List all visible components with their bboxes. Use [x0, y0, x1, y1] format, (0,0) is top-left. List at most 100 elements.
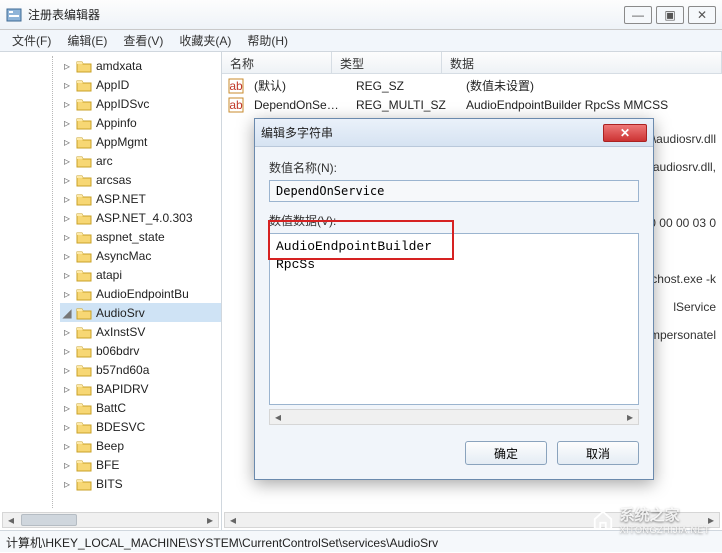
dialog-button-row: 确定 取消 — [255, 431, 653, 479]
cell-data: (数值未设置) — [458, 77, 722, 94]
scroll-right-icon[interactable]: ▸ — [202, 513, 218, 527]
col-name[interactable]: 名称 — [222, 52, 332, 73]
scroll-left-icon[interactable]: ◂ — [3, 513, 19, 527]
expander-icon[interactable]: ▹ — [60, 458, 74, 472]
value-name-input[interactable] — [269, 180, 639, 202]
expander-icon[interactable]: ▹ — [60, 211, 74, 225]
tree-item[interactable]: ▹BattC — [60, 398, 221, 417]
dialog-close-button[interactable]: ✕ — [603, 124, 647, 142]
expander-icon[interactable]: ▹ — [60, 154, 74, 168]
expander-icon[interactable]: ◢ — [60, 306, 74, 320]
tree-item[interactable]: ◢ AudioSrv — [60, 303, 221, 322]
tree-item-label: amdxata — [96, 59, 142, 73]
cell-type: REG_SZ — [348, 79, 458, 93]
tree-item[interactable]: ▹ aspnet_state — [60, 227, 221, 246]
scroll-left-icon[interactable]: ◂ — [225, 513, 241, 527]
expander-icon[interactable]: ▹ — [60, 59, 74, 73]
cell-name: DependOnSer... — [246, 98, 348, 112]
expander-icon[interactable]: ▹ — [60, 287, 74, 301]
list-row[interactable]: ab(默认)REG_SZ(数值未设置) — [222, 76, 722, 95]
tree-item-label: aspnet_state — [96, 230, 165, 244]
tree-item-label: AppMgmt — [96, 135, 147, 149]
tree-item-label: AudioSrv — [96, 306, 145, 320]
menu-edit[interactable]: 编辑(E) — [59, 30, 115, 51]
tree-item[interactable]: ▹ AppID — [60, 75, 221, 94]
value-name-label: 数值名称(N): — [269, 159, 639, 176]
tree-item-label: ASP.NET_4.0.303 — [96, 211, 193, 225]
scroll-right-icon[interactable]: ▸ — [622, 410, 638, 424]
tree-item-label: BITS — [96, 477, 123, 491]
expander-icon[interactable]: ▹ — [60, 268, 74, 282]
expander-icon[interactable]: ▹ — [60, 249, 74, 263]
tree-item-label: Appinfo — [96, 116, 137, 130]
expander-icon[interactable]: ▹ — [60, 78, 74, 92]
expander-icon[interactable]: ▹ — [60, 439, 74, 453]
cancel-button[interactable]: 取消 — [557, 441, 639, 465]
expander-icon[interactable]: ▹ — [60, 325, 74, 339]
tree-item[interactable]: ▹AxInstSV — [60, 322, 221, 341]
tree-pane: ▹amdxata▹AppID▹AppIDSvc▹Appinfo▹AppMgmt▹… — [0, 52, 222, 530]
tree-item[interactable]: ▹ Appinfo — [60, 113, 221, 132]
cell-name: (默认) — [246, 77, 348, 94]
menu-favorites[interactable]: 收藏夹(A) — [171, 30, 239, 51]
tree-item-label: AppID — [96, 78, 129, 92]
close-button[interactable]: ✕ — [688, 6, 716, 24]
tree-item[interactable]: ▹atapi — [60, 265, 221, 284]
dialog-titlebar[interactable]: 编辑多字符串 ✕ — [255, 119, 653, 147]
tree-item-label: Beep — [96, 439, 124, 453]
tree-hscrollbar[interactable]: ◂ ▸ — [2, 512, 219, 528]
cell-data: AudioEndpointBuilder RpcSs MMCSS — [458, 98, 722, 112]
expander-icon[interactable]: ▹ — [60, 230, 74, 244]
tree-item[interactable]: ▹BAPIDRV — [60, 379, 221, 398]
minimize-button[interactable]: — — [624, 6, 652, 24]
expander-icon[interactable]: ▹ — [60, 135, 74, 149]
tree-item[interactable]: ▹ amdxata — [60, 56, 221, 75]
scroll-left-icon[interactable]: ◂ — [270, 410, 286, 424]
expander-icon[interactable]: ▹ — [60, 382, 74, 396]
col-data[interactable]: 数据 — [442, 52, 722, 73]
menu-help[interactable]: 帮助(H) — [239, 30, 296, 51]
expander-icon[interactable]: ▹ — [60, 173, 74, 187]
expander-icon[interactable]: ▹ — [60, 363, 74, 377]
tree-item[interactable]: ▹ Beep — [60, 436, 221, 455]
tree-item[interactable]: ▹ AppMgmt — [60, 132, 221, 151]
list-hscrollbar[interactable]: ◂ ▸ — [224, 512, 720, 528]
tree-item-label: AsyncMac — [96, 249, 151, 263]
tree-item[interactable]: ▹arcsas — [60, 170, 221, 189]
expander-icon[interactable]: ▹ — [60, 477, 74, 491]
expander-icon[interactable]: ▹ — [60, 97, 74, 111]
tree-item[interactable]: ▹ AsyncMac — [60, 246, 221, 265]
tree-item[interactable]: ▹AppIDSvc — [60, 94, 221, 113]
menu-view[interactable]: 查看(V) — [115, 30, 171, 51]
tree-item[interactable]: ▹ arc — [60, 151, 221, 170]
string-value-icon: ab — [228, 97, 244, 113]
tree-item[interactable]: ▹ BITS — [60, 474, 221, 493]
value-data-textarea[interactable]: AudioEndpointBuilder RpcSs — [269, 233, 639, 405]
tree-item[interactable]: ▹b57nd60a — [60, 360, 221, 379]
list-row[interactable]: abDependOnSer...REG_MULTI_SZAudioEndpoin… — [222, 95, 722, 114]
expander-icon[interactable]: ▹ — [60, 401, 74, 415]
tree-item[interactable]: ▹AudioEndpointBu — [60, 284, 221, 303]
dialog-title: 编辑多字符串 — [261, 124, 603, 141]
tree-item[interactable]: ▹ BFE — [60, 455, 221, 474]
tree-item[interactable]: ▹b06bdrv — [60, 341, 221, 360]
tree-item[interactable]: ▹BDESVC — [60, 417, 221, 436]
list-rows: ab(默认)REG_SZ(数值未设置)abDependOnSer...REG_M… — [222, 74, 722, 116]
expander-icon[interactable]: ▹ — [60, 192, 74, 206]
scroll-thumb[interactable] — [21, 514, 77, 526]
expander-icon[interactable]: ▹ — [60, 420, 74, 434]
dialog-hscrollbar[interactable]: ◂ ▸ — [269, 409, 639, 425]
expander-icon[interactable]: ▹ — [60, 116, 74, 130]
col-type[interactable]: 类型 — [332, 52, 442, 73]
ok-button[interactable]: 确定 — [465, 441, 547, 465]
scroll-right-icon[interactable]: ▸ — [703, 513, 719, 527]
tree-item-label: ASP.NET — [96, 192, 146, 206]
menu-file[interactable]: 文件(F) — [4, 30, 59, 51]
registry-tree[interactable]: ▹amdxata▹AppID▹AppIDSvc▹Appinfo▹AppMgmt▹… — [0, 52, 221, 530]
tree-item-label: arc — [96, 154, 113, 168]
tree-item[interactable]: ▹ ASP.NET — [60, 189, 221, 208]
maximize-button[interactable]: ▣ — [656, 6, 684, 24]
tree-item[interactable]: ▹ ASP.NET_4.0.303 — [60, 208, 221, 227]
tree-item-label: BFE — [96, 458, 119, 472]
expander-icon[interactable]: ▹ — [60, 344, 74, 358]
